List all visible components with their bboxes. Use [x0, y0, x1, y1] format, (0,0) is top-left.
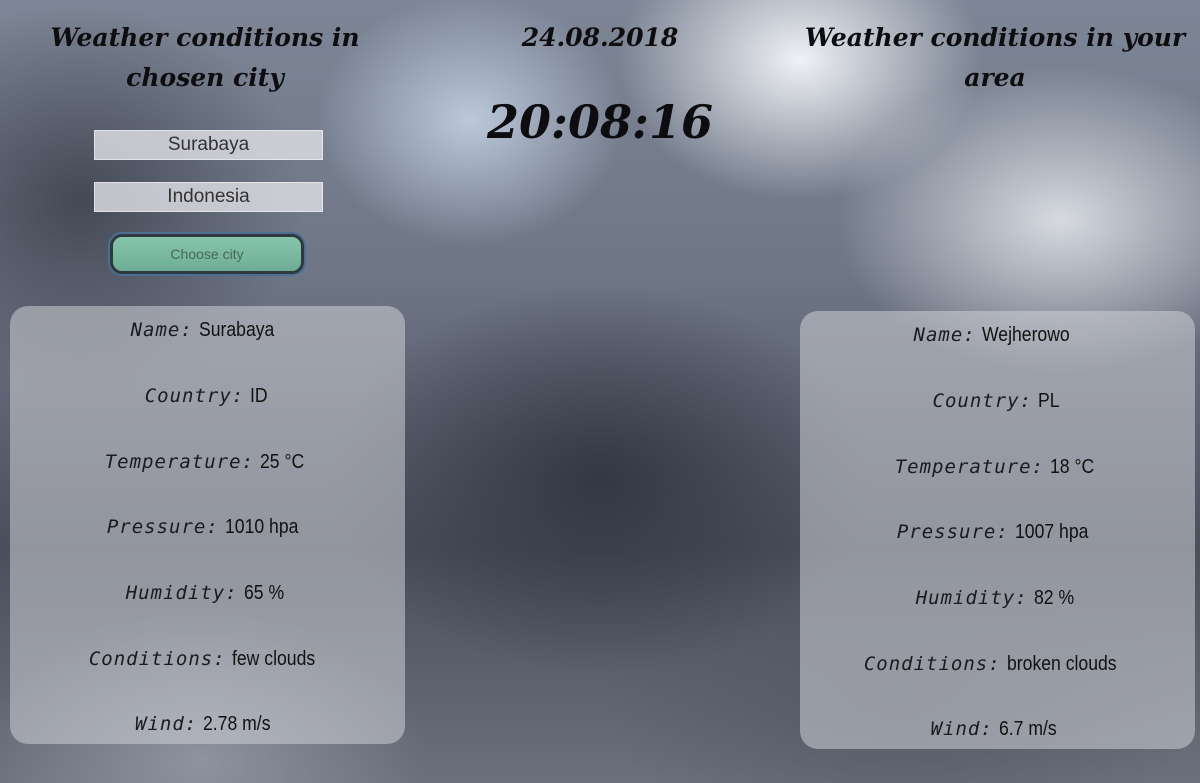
pressure-row: Pressure: 1010 hpa — [10, 512, 405, 542]
conditions-label: Conditions: — [88, 648, 226, 670]
pressure-label: Pressure: — [106, 516, 219, 538]
wind-label: Wind: — [930, 718, 993, 740]
pressure-value: 1007 hpa — [1014, 521, 1089, 543]
temperature-value: 18 °C — [1050, 456, 1095, 478]
wind-value: 6.7 m/s — [998, 718, 1057, 740]
conditions-value: few clouds — [231, 648, 315, 670]
pressure-row: Pressure: 1007 hpa — [800, 517, 1195, 547]
temperature-row: Temperature: 18 °C — [800, 452, 1195, 482]
date-display: 24.08.2018 — [521, 23, 679, 52]
pressure-label: Pressure: — [896, 521, 1009, 543]
your-area-title: Weather conditions in your area — [804, 23, 1186, 92]
name-row: Name: Surabaya — [10, 315, 405, 345]
clock-display: 20:08:16 — [486, 95, 713, 149]
conditions-row: Conditions: few clouds — [10, 644, 405, 674]
pressure-value: 1010 hpa — [224, 516, 299, 538]
humidity-value: 65 % — [243, 582, 284, 604]
humidity-label: Humidity: — [915, 587, 1028, 609]
conditions-row: Conditions: broken clouds — [800, 649, 1195, 679]
name-value: Wejherowo — [981, 324, 1070, 346]
wind-value: 2.78 m/s — [203, 713, 271, 735]
humidity-row: Humidity: 82 % — [800, 583, 1195, 613]
humidity-label: Humidity: — [125, 582, 238, 604]
wind-row: Wind: 2.78 m/s — [10, 709, 405, 739]
country-value: ID — [250, 385, 268, 407]
temperature-label: Temperature: — [104, 451, 255, 473]
temperature-label: Temperature: — [894, 456, 1045, 478]
country-row: Country: ID — [10, 381, 405, 411]
your-area-weather-panel: Name: Wejherowo Country: PL Temperature: 18… — [800, 311, 1195, 749]
country-input[interactable]: Indonesia — [94, 182, 323, 212]
conditions-label: Conditions: — [863, 653, 1001, 675]
wind-row: Wind: 6.7 m/s — [800, 714, 1195, 744]
chosen-city-weather-panel: Name: Surabaya Country: ID Temperature: 25 … — [10, 306, 405, 744]
city-input[interactable]: Surabaya — [94, 130, 323, 160]
conditions-value: broken clouds — [1006, 653, 1117, 675]
humidity-value: 82 % — [1033, 587, 1074, 609]
name-label: Name: — [913, 324, 976, 346]
chosen-city-title: Weather conditions in chosen city — [50, 23, 360, 92]
temperature-value: 25 °C — [260, 451, 305, 473]
country-label: Country: — [932, 390, 1033, 412]
wind-label: Wind: — [135, 713, 198, 735]
choose-city-button[interactable]: Choose city — [110, 234, 304, 274]
temperature-row: Temperature: 25 °C — [10, 447, 405, 477]
name-row: Name: Wejherowo — [800, 320, 1195, 350]
humidity-row: Humidity: 65 % — [10, 578, 405, 608]
country-label: Country: — [144, 385, 245, 407]
name-value: Surabaya — [198, 319, 275, 341]
country-row: Country: PL — [800, 386, 1195, 416]
country-value: PL — [1038, 390, 1060, 412]
name-label: Name: — [130, 319, 193, 341]
